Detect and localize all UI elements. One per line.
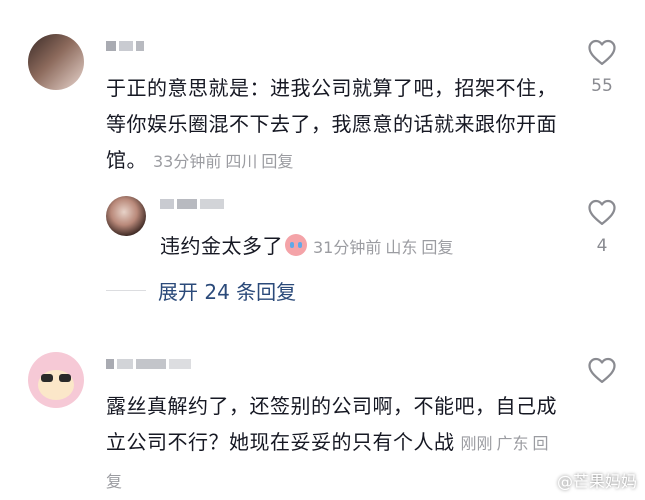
like-button[interactable]: 55 [582,38,622,96]
comment-text: 露丝真解约了，还签别的公司啊，不能吧，自己成立公司不行？她现在妥妥的只有个人战刚… [106,388,566,500]
comment-text: 违约金太多了 31分钟前 山东 回复 [160,228,560,266]
comment-location: 山东 [385,238,418,257]
like-button[interactable] [582,356,622,394]
comment-meta: 33分钟前 四川 回复 [153,152,297,171]
comment-location: 四川 [225,152,258,171]
expand-replies[interactable]: 展开 24 条回复 [106,276,296,305]
watermark: @芒果妈妈 [534,468,637,492]
watermark-text: @芒果妈妈 [556,472,637,491]
avatar[interactable] [28,34,84,90]
heart-icon [588,357,616,383]
divider [106,290,146,291]
avatar[interactable] [28,352,84,408]
like-count: 4 [596,236,608,256]
weibo-icon [534,472,553,489]
comment-time: 刚刚 [460,434,493,453]
like-button[interactable]: 4 [582,198,622,256]
crying-face-emoji [285,234,307,256]
comment-text: 于正的意思就是：进我公司就算了吧，招架不住，等你娱乐圈混不下去了，我愿意的话就来… [106,70,566,180]
username-blurred[interactable] [106,358,191,370]
heart-icon [588,199,616,225]
comment-location: 广东 [496,434,529,453]
reply-button[interactable]: 回复 [261,152,293,171]
heart-icon [588,39,616,65]
comment-time: 31分钟前 [313,238,382,257]
expand-replies-label[interactable]: 展开 24 条回复 [158,276,296,305]
reply-button[interactable]: 回复 [421,238,453,257]
comment-time: 33分钟前 [153,152,222,171]
avatar[interactable] [106,196,146,236]
username-blurred[interactable] [160,198,224,210]
username-blurred[interactable] [106,40,144,52]
comment-meta: 31分钟前 山东 回复 [313,238,457,257]
comment-body: 违约金太多了 [160,234,283,258]
like-count: 55 [591,76,613,96]
